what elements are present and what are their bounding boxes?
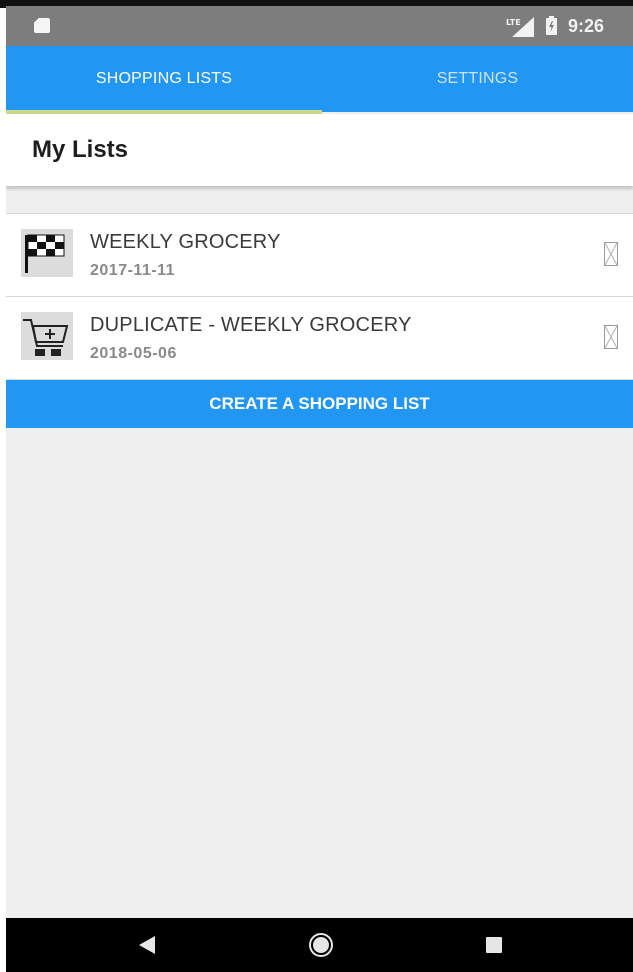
create-shopping-list-button[interactable]: CREATE A SHOPPING LIST <box>6 380 633 428</box>
app-screen: LTE 9:26 SHOPPING LISTS SETTINGS My List… <box>6 6 633 972</box>
page-title: My Lists <box>32 136 129 163</box>
delete-icon[interactable] <box>604 325 618 349</box>
tab-settings[interactable]: SETTINGS <box>322 46 633 112</box>
battery-charging-icon <box>546 16 557 35</box>
recents-icon[interactable] <box>486 937 502 953</box>
list-item-name: WEEKLY GROCERY <box>90 231 281 253</box>
list-item-duplicate-weekly-grocery[interactable]: DUPLICATE - WEEKLY GROCERY 2018-05-06 <box>6 297 633 380</box>
list-item-date: 2018-05-06 <box>90 345 177 362</box>
tab-shopping-lists[interactable]: SHOPPING LISTS <box>6 46 322 112</box>
page-header: My Lists <box>6 114 633 186</box>
list-item-name: DUPLICATE - WEEKLY GROCERY <box>90 314 412 336</box>
status-bar: LTE 9:26 <box>6 6 633 46</box>
back-icon[interactable] <box>139 936 155 954</box>
sd-card-icon <box>34 18 50 33</box>
home-icon[interactable] <box>308 932 334 958</box>
lte-label: LTE <box>506 18 521 27</box>
shopping-cart-icon <box>21 312 73 360</box>
lte-signal-icon: LTE <box>506 17 534 37</box>
navigation-bar <box>6 918 633 972</box>
checkered-flag-icon <box>21 229 73 277</box>
tab-bar: SHOPPING LISTS SETTINGS <box>6 46 633 112</box>
shopping-lists: WEEKLY GROCERY 2017-11-11 DUPLICATE - WE… <box>6 213 633 380</box>
status-time: 9:26 <box>568 16 605 36</box>
list-item-date: 2017-11-11 <box>90 262 176 279</box>
list-item-weekly-grocery[interactable]: WEEKLY GROCERY 2017-11-11 <box>6 214 633 297</box>
delete-icon[interactable] <box>604 242 618 266</box>
